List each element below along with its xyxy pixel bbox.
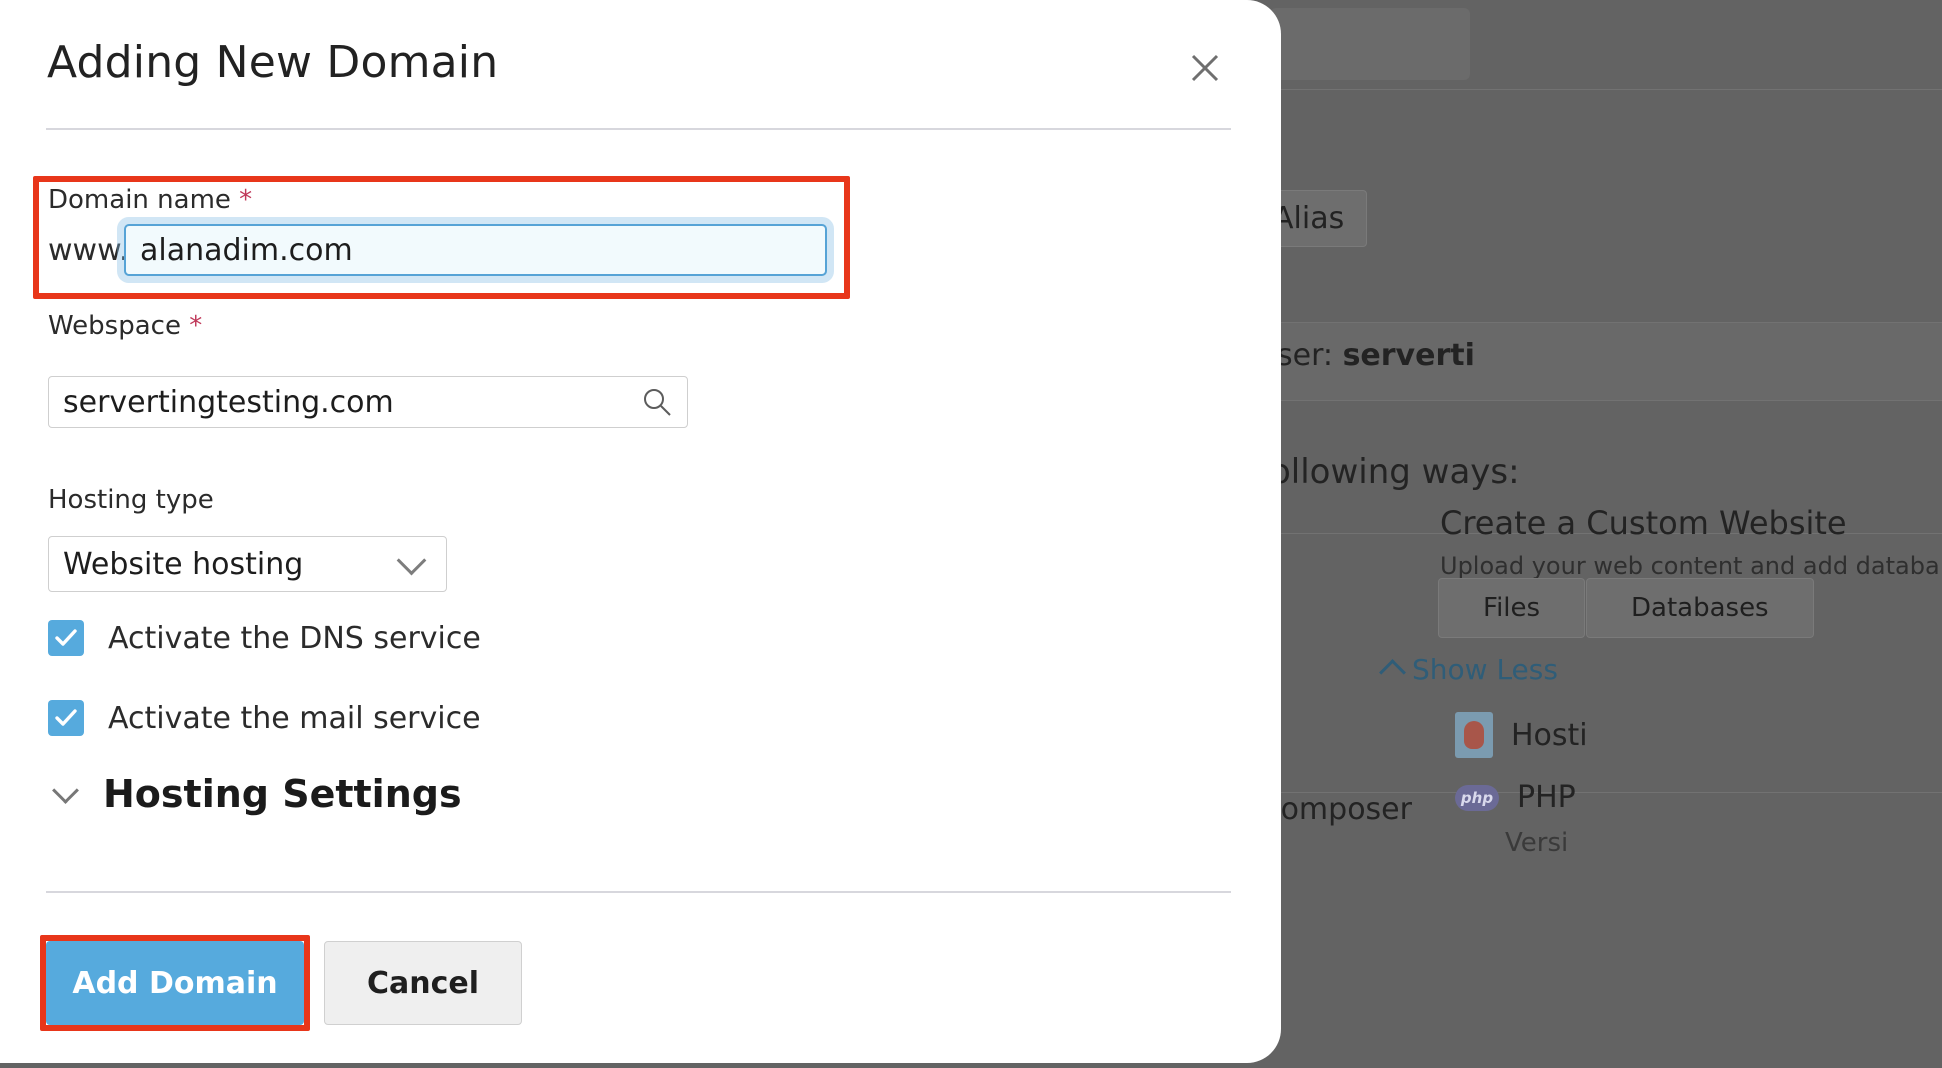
dialog-footer-divider [46, 891, 1231, 893]
create-custom-website-subtitle: Upload your web content and add databa [1440, 552, 1940, 580]
hosting-type-label: Hosting type [48, 485, 214, 515]
checkbox-checked-icon[interactable] [48, 620, 84, 656]
required-asterisk: * [189, 311, 203, 341]
hosting-type-selected-value: Website hosting [63, 546, 304, 582]
webspace-label-text: Webspace [48, 311, 181, 341]
screen-root: Alias user: serverti following ways: Cre… [0, 0, 1942, 1068]
activate-mail-service-label: Activate the mail service [108, 700, 481, 736]
checkbox-checked-icon[interactable] [48, 700, 84, 736]
dialog-title: Adding New Domain [47, 37, 499, 88]
background-divider [1272, 400, 1942, 401]
hosting-settings-accordion[interactable]: Hosting Settings [52, 772, 462, 816]
system-user-name: serverti [1342, 338, 1475, 373]
create-custom-website-title: Create a Custom Website [1440, 504, 1847, 542]
required-asterisk: * [239, 185, 253, 215]
databases-button[interactable]: Databases [1586, 578, 1814, 638]
search-icon[interactable] [640, 385, 674, 419]
hosting-type-select-wrapper: Website hosting [48, 536, 447, 592]
cancel-button[interactable]: Cancel [324, 941, 522, 1025]
ways-heading: following ways: [1258, 452, 1520, 492]
webspace-input[interactable] [48, 376, 688, 428]
background-divider [1272, 322, 1942, 323]
add-domain-button[interactable]: Add Domain [46, 941, 304, 1025]
activate-dns-service-label: Activate the DNS service [108, 620, 481, 656]
hosting-feature-row: Hosti [1455, 712, 1588, 758]
webspace-field-wrapper [48, 376, 688, 428]
php-feature-label: PHP [1517, 780, 1576, 815]
hosting-jar-icon [1455, 712, 1493, 758]
close-icon[interactable] [1181, 44, 1229, 92]
dialog-header-divider [46, 128, 1231, 130]
domain-name-input[interactable] [124, 224, 827, 276]
php-feature-row: php PHP [1455, 780, 1576, 815]
domain-www-prefix: www. [48, 233, 129, 268]
php-icon: php [1455, 784, 1499, 811]
chevron-up-icon [1379, 659, 1406, 686]
activate-dns-service-checkbox-row[interactable]: Activate the DNS service [48, 620, 481, 656]
hosting-settings-title: Hosting Settings [103, 772, 462, 816]
background-card [1270, 8, 1470, 80]
php-version-label: Versi [1505, 828, 1569, 858]
domain-name-label-text: Domain name [48, 185, 231, 215]
adding-new-domain-dialog: Adding New Domain Domain name * www. Web… [0, 0, 1281, 1063]
show-less-link[interactable]: Show Less [1379, 653, 1558, 686]
activate-mail-service-checkbox-row[interactable]: Activate the mail service [48, 700, 481, 736]
hosting-feature-label: Hosti [1511, 717, 1588, 753]
files-button[interactable]: Files [1438, 578, 1586, 638]
chevron-down-icon [52, 776, 79, 804]
domain-name-label: Domain name * [48, 185, 252, 215]
background-divider [1272, 89, 1942, 90]
webspace-label: Webspace * [48, 311, 202, 341]
chevron-down-icon [396, 545, 427, 575]
show-less-label: Show Less [1412, 653, 1558, 686]
system-user-line: user: serverti [1258, 338, 1475, 373]
hosting-type-select[interactable]: Website hosting [48, 536, 447, 592]
